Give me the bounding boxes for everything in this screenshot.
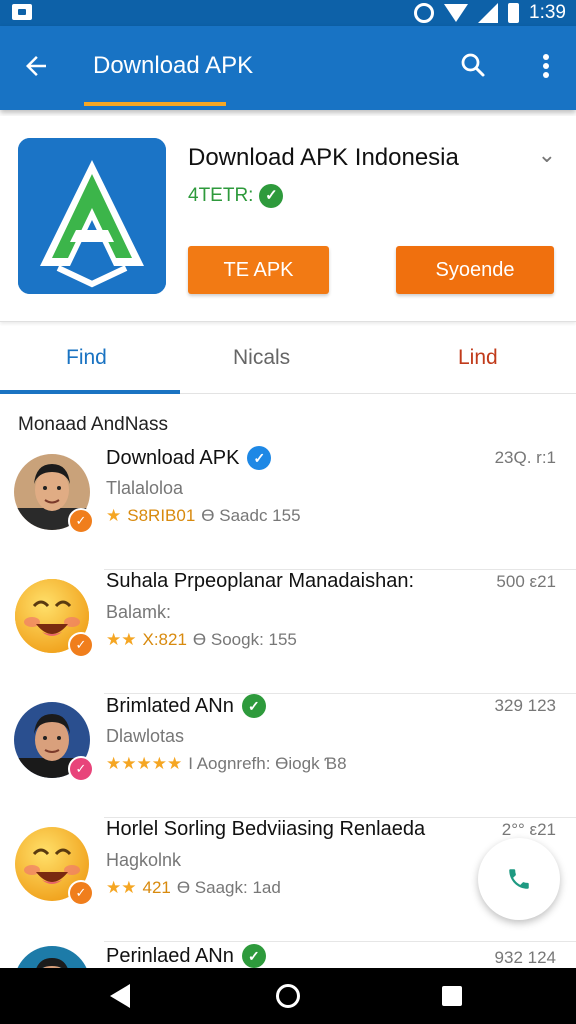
item-extra: Ɵ Soogk: 155: [192, 630, 297, 649]
item-title: Download APK: [106, 446, 240, 469]
nav-recents-icon[interactable]: [442, 986, 462, 1006]
avatar: ✓: [14, 578, 94, 658]
search-icon: [461, 53, 485, 77]
avatar: ✓: [14, 826, 94, 906]
tab-nicals[interactable]: Nicals: [233, 346, 290, 370]
check-badge-icon: ✓: [68, 632, 94, 658]
avatar: ✓: [14, 702, 94, 782]
wifi-icon: [444, 4, 469, 22]
star-rating: ★: [106, 506, 122, 525]
search-button[interactable]: [458, 50, 490, 82]
chevron-down-icon[interactable]: ⌄: [538, 142, 556, 168]
section-title: Monaad AndNass: [18, 414, 168, 435]
item-points: X:821: [142, 630, 187, 649]
notification-icon: [12, 4, 32, 20]
status-time: 1:39: [529, 2, 566, 23]
list-item[interactable]: ✓ Suhala Prpeoplanar Manadaishan: Balamk…: [0, 570, 576, 694]
item-count: 23Q. r:1: [494, 448, 556, 467]
active-tab-indicator: [0, 390, 180, 394]
phone-icon: [509, 869, 529, 889]
item-subtitle: Hagkolnk: [106, 850, 182, 870]
arrow-left-icon: [26, 56, 46, 76]
app-name: Download APK Indonesia: [188, 144, 459, 171]
secondary-action-button[interactable]: Syoende: [396, 246, 554, 294]
item-title: Perinlaed ANn: [106, 944, 234, 967]
item-count: 2°° ε21: [501, 820, 556, 839]
verified-check-icon: ✓: [241, 944, 266, 968]
app-rating: 4TETR: ✓: [188, 184, 284, 208]
app-logo: [18, 138, 166, 294]
tab-find[interactable]: Find: [66, 346, 107, 370]
item-subtitle: Dlawlotas: [106, 726, 185, 746]
rating-text: 4TETR:: [188, 185, 254, 206]
item-points: S8RIB01: [127, 506, 196, 525]
item-subtitle: Balamk:: [106, 602, 172, 622]
item-points: 421: [142, 878, 171, 897]
item-title: Brimlated ANn: [106, 694, 234, 717]
check-badge-icon: ✓: [68, 756, 94, 782]
status-bar: 1:39: [0, 0, 576, 26]
verified-check-icon: ✓: [241, 694, 266, 718]
nav-back-icon[interactable]: [110, 984, 130, 1008]
back-button[interactable]: [18, 48, 54, 84]
item-subtitle: Tlalaloloa: [106, 478, 184, 498]
app-bar-indicator: [84, 102, 226, 106]
star-rating: ★★: [106, 878, 137, 897]
item-count: 500 ε21: [496, 572, 556, 591]
item-title: Horlel Sorling Bedviiasing Renlaeda: [106, 818, 426, 840]
item-title: Suhala Prpeoplanar Manadaishan:: [106, 570, 414, 592]
signal-icon: [478, 3, 499, 23]
item-count: 329 123: [494, 696, 556, 715]
verified-check-icon: ✓: [259, 184, 284, 208]
more-options-button[interactable]: [532, 50, 560, 82]
check-badge-icon: ✓: [68, 508, 94, 534]
star-rating: ★★★★★: [106, 754, 183, 773]
list-item[interactable]: Perinlaed ANn ✓ 932 124: [0, 942, 576, 968]
avatar: ✓: [14, 454, 94, 534]
battery-icon: [508, 3, 520, 23]
system-nav-bar: [0, 968, 576, 1024]
nav-home-icon[interactable]: [276, 984, 300, 1008]
item-extra: Ɵ Saadc 155: [201, 506, 301, 525]
verified-check-icon: ✓: [247, 446, 272, 470]
list-item[interactable]: ✓ Brimlated ANn ✓ Dlawlotas ★★★★★ I Aogn…: [0, 694, 576, 818]
page-title: Download APK: [93, 52, 254, 79]
tab-bar: Find Nicals Lind: [0, 326, 576, 394]
item-extra: I Aognrefh: Ɵiogk Ɓ8: [188, 754, 347, 773]
install-button[interactable]: TE APK: [188, 246, 329, 294]
check-badge-icon: ✓: [68, 880, 94, 906]
app-bar: Download APK: [0, 26, 576, 110]
alarm-icon: [414, 3, 435, 23]
item-extra: Ɵ Saagk: 1ad: [176, 878, 281, 897]
item-count: 932 124: [494, 948, 556, 967]
list-item[interactable]: ✓ Download APK ✓ Tlalaloloa ★ S8RIB01 Ɵ …: [0, 446, 576, 570]
app-header-card: Download APK Indonesia 4TETR: ✓ ⌄ TE APK…: [0, 116, 576, 322]
avatar: [14, 946, 92, 968]
call-fab-button[interactable]: [478, 838, 560, 920]
star-rating: ★★: [106, 630, 137, 649]
more-vert-icon: [543, 54, 549, 78]
tab-lind[interactable]: Lind: [458, 346, 498, 370]
